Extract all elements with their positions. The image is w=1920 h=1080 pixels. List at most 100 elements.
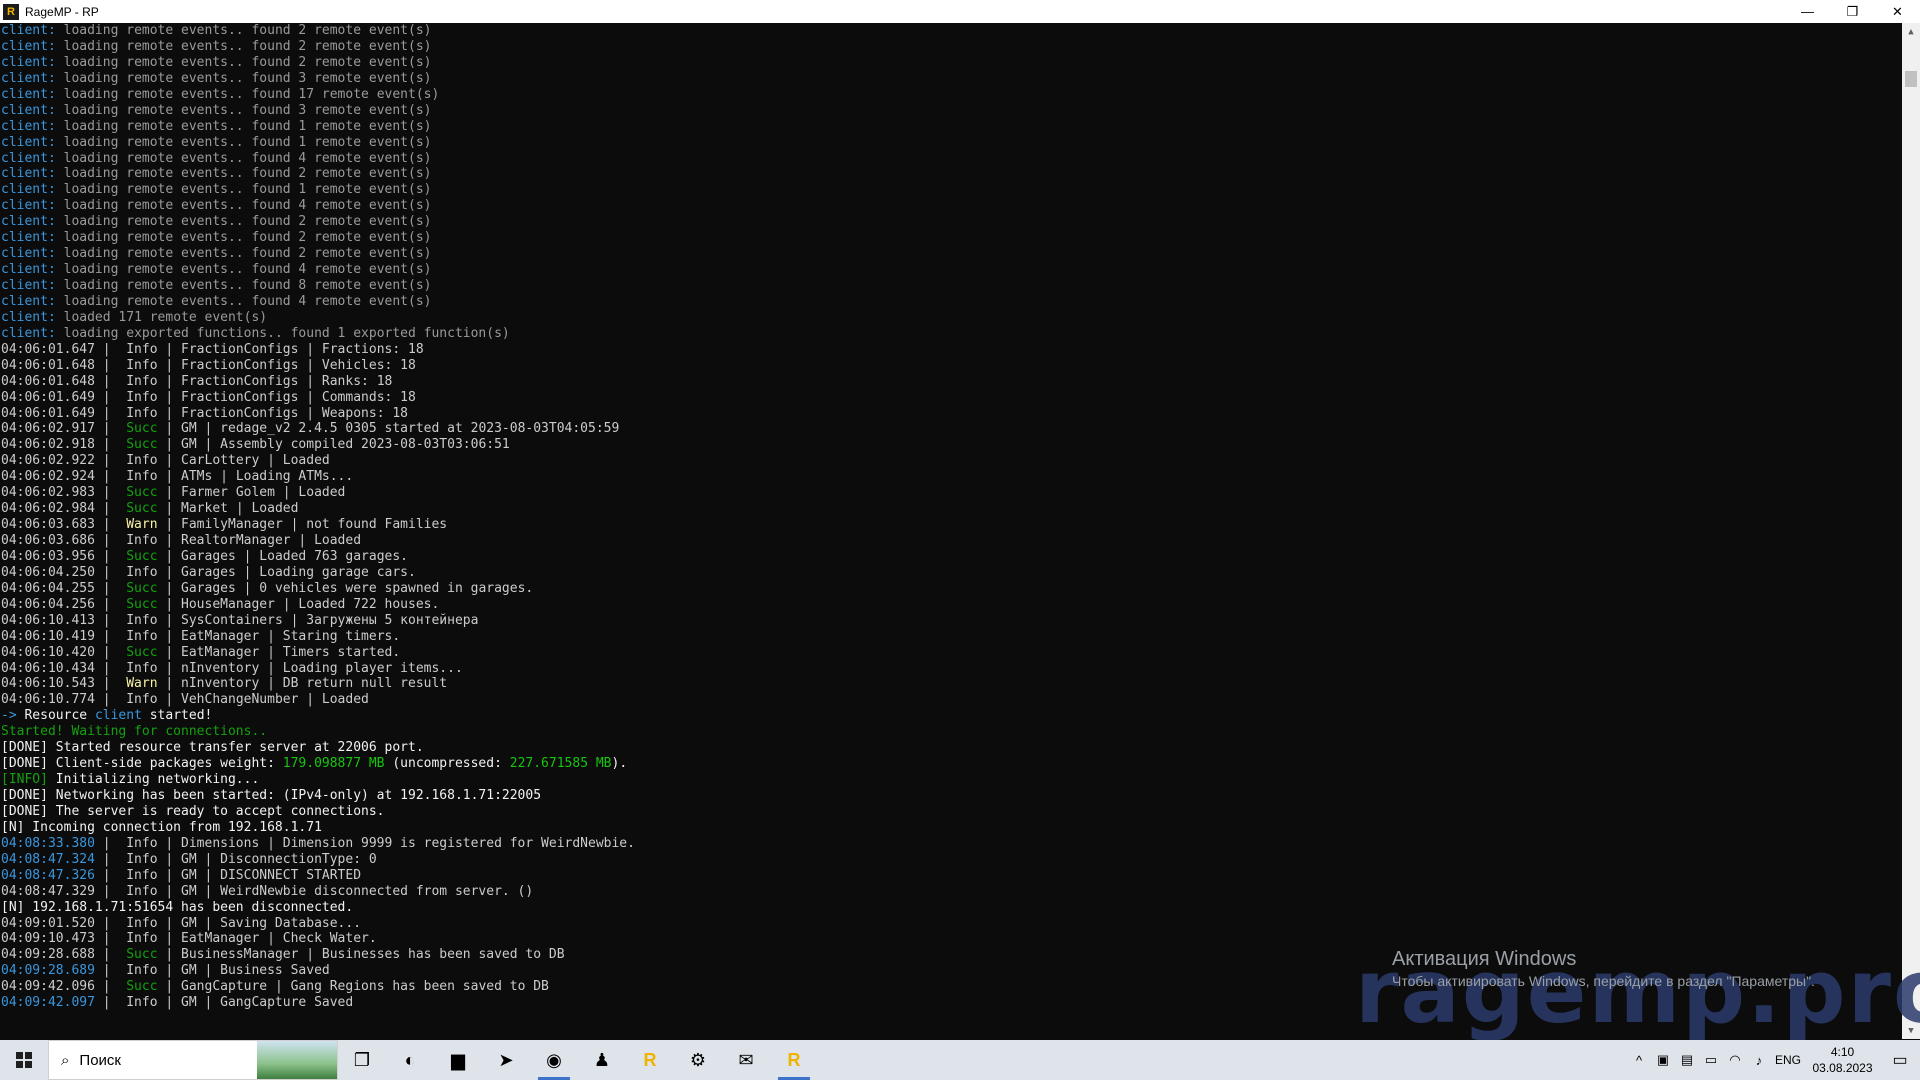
- console-segment: 227.671585 MB: [509, 756, 612, 772]
- console-line: [DONE] Networking has been started: (IPv…: [0, 788, 1902, 804]
- clock-time: 4:10: [1830, 1045, 1855, 1059]
- tray-app2-icon[interactable]: ▤: [1675, 1052, 1699, 1068]
- volume-icon[interactable]: ♪: [1747, 1053, 1771, 1068]
- ragemp-app-icon: R: [3, 3, 19, 20]
- scroll-up-icon[interactable]: ▲: [1902, 23, 1920, 40]
- console-segment: loading remote events.. found 1 remote e…: [55, 118, 432, 134]
- console-line: 04:06:01.648 | Info | FractionConfigs | …: [0, 374, 1902, 390]
- start-button[interactable]: [0, 1040, 48, 1080]
- console-segment: client:: [1, 214, 56, 230]
- clock-date: 03.08.2023: [1812, 1061, 1873, 1075]
- scroll-thumb[interactable]: [1905, 71, 1917, 87]
- console-segment: 04:06:02.984 |: [1, 501, 127, 517]
- console-output[interactable]: client: loading remote events.. found 2 …: [0, 23, 1902, 1039]
- console-line: 04:08:33.380 | Info | Dimensions | Dimen…: [0, 836, 1902, 852]
- close-button[interactable]: ✕: [1875, 0, 1920, 23]
- console-segment: | FractionConfigs | Fractions: 18: [157, 341, 424, 357]
- console-segment: client:: [1, 70, 56, 86]
- window-titlebar: R RageMP - RP — ❐ ✕: [0, 0, 1920, 23]
- console-segment: 04:09:42.097: [1, 995, 95, 1011]
- language-indicator[interactable]: ENG: [1771, 1053, 1805, 1067]
- console-segment: loaded 171 remote event(s): [55, 309, 268, 325]
- console-segment: client:: [1, 166, 56, 182]
- console-line: 04:06:01.649 | Info | FractionConfigs | …: [0, 390, 1902, 406]
- chrome-icon[interactable]: ◉: [530, 1040, 578, 1080]
- console-line: 04:06:04.256 | Succ | HouseManager | Loa…: [0, 597, 1902, 613]
- console-segment: loading remote events.. found 3 remote e…: [55, 102, 432, 118]
- console-line: 04:06:02.917 | Succ | GM | redage_v2 2.4…: [0, 421, 1902, 437]
- console-line: [INFO] Initializing networking...: [0, 772, 1902, 788]
- console-segment: 179.098877 MB: [282, 756, 385, 772]
- console-segment: client:: [1, 262, 56, 278]
- console-segment: Initializing networking...: [47, 772, 260, 788]
- console-segment: loading remote events.. found 2 remote e…: [55, 246, 432, 262]
- battery-icon[interactable]: ▭: [1699, 1052, 1723, 1068]
- console-line: 04:06:03.956 | Succ | Garages | Loaded 7…: [0, 549, 1902, 565]
- console-segment: client: [94, 708, 142, 724]
- console-segment: (uncompressed:: [384, 756, 510, 772]
- clock[interactable]: 4:10 03.08.2023: [1805, 1044, 1880, 1076]
- notifications-icon[interactable]: ▭: [1880, 1050, 1920, 1070]
- console-segment: Succ: [126, 501, 158, 517]
- console-line: 04:06:02.924 | Info | ATMs | Loading ATM…: [0, 469, 1902, 485]
- console-segment: 04:09:01.520 | Info | GM | Saving Databa…: [1, 915, 362, 931]
- telegram-icon[interactable]: ➤: [482, 1040, 530, 1080]
- restore-button[interactable]: ❐: [1830, 0, 1875, 23]
- mail-icon[interactable]: ✉: [722, 1040, 770, 1080]
- console-line: client: loading remote events.. found 8 …: [0, 278, 1902, 294]
- console-segment: loading remote events.. found 4 remote e…: [55, 198, 432, 214]
- console-segment: client:: [1, 230, 56, 246]
- console-segment: | Market | Loaded: [157, 501, 299, 517]
- chevron-up-icon[interactable]: ^: [1627, 1053, 1651, 1068]
- console-segment: 04:06:03.686 |: [1, 533, 127, 548]
- console-segment: client:: [1, 134, 56, 150]
- console-segment: 04:06:01.647 |: [1, 341, 127, 357]
- console-segment: 04:06:10.774 |: [1, 692, 127, 708]
- console-segment: Info: [126, 533, 158, 548]
- console-line: client: loading remote events.. found 3 …: [0, 71, 1902, 87]
- console-segment: Info: [126, 612, 158, 628]
- console-line: 04:09:01.520 | Info | GM | Saving Databa…: [0, 916, 1902, 932]
- console-line: client: loading remote events.. found 1 …: [0, 135, 1902, 151]
- console-segment: [N] Incoming connection from 192.168.1.7…: [1, 819, 322, 835]
- edge-icon[interactable]: ◐: [386, 1040, 434, 1080]
- console-segment: 04:06:01.649 |: [1, 389, 127, 405]
- tray-app-icon[interactable]: ▣: [1651, 1052, 1675, 1068]
- console-segment: loading remote events.. found 4 remote e…: [55, 262, 432, 278]
- console-segment: Info: [126, 453, 158, 469]
- taskbar-search-box[interactable]: ⌕ Поиск: [48, 1040, 338, 1080]
- console-segment: 04:06:02.918 |: [1, 437, 127, 453]
- console-segment: | Info | Dimensions | Dimension 9999 is …: [94, 835, 635, 851]
- console-line: 04:06:10.420 | Succ | EatManager | Timer…: [0, 645, 1902, 661]
- console-segment: 04:06:04.256 |: [1, 596, 127, 612]
- console-line: client: loading remote events.. found 2 …: [0, 166, 1902, 182]
- console-segment: 04:06:01.648 |: [1, 373, 127, 389]
- windows-logo-icon: [16, 1052, 32, 1068]
- ragemp-icon[interactable]: R: [626, 1040, 674, 1080]
- console-segment: Info: [126, 405, 158, 421]
- console-segment: loading remote events.. found 1 remote e…: [55, 134, 432, 150]
- search-icon: ⌕: [61, 1051, 70, 1069]
- wifi-icon[interactable]: ◠: [1723, 1052, 1747, 1068]
- console-line: client: loading remote events.. found 2 …: [0, 230, 1902, 246]
- settings-icon[interactable]: ⚙: [674, 1040, 722, 1080]
- console-line: client: loading remote events.. found 4 …: [0, 294, 1902, 310]
- console-segment: Warn: [126, 517, 158, 533]
- console-segment: [DONE] Client-side packages weight:: [1, 756, 283, 772]
- console-segment: Succ: [126, 437, 158, 453]
- console-segment: | GM | Assembly compiled 2023-08-03T03:0…: [157, 437, 510, 453]
- task-view-icon[interactable]: ❐: [338, 1040, 386, 1080]
- console-segment: | nInventory | DB return null result: [157, 676, 448, 692]
- vertical-scrollbar[interactable]: ▲ ▼: [1902, 23, 1920, 1039]
- console-segment: Succ: [126, 548, 158, 564]
- activation-subtitle: Чтобы активировать Windows, перейдите в …: [1392, 973, 1815, 989]
- people-icon[interactable]: ♟: [578, 1040, 626, 1080]
- console-segment: 04:06:10.543 |: [1, 676, 127, 692]
- folder-icon[interactable]: ▆: [434, 1040, 482, 1080]
- minimize-button[interactable]: —: [1785, 0, 1830, 23]
- console-segment: loading remote events.. found 8 remote e…: [55, 278, 432, 293]
- console-line: [DONE] Started resource transfer server …: [0, 740, 1902, 756]
- console-segment: Succ: [126, 596, 158, 612]
- console-line: -> Resource client started!: [0, 708, 1902, 724]
- ragemp-active-icon[interactable]: R: [770, 1040, 818, 1080]
